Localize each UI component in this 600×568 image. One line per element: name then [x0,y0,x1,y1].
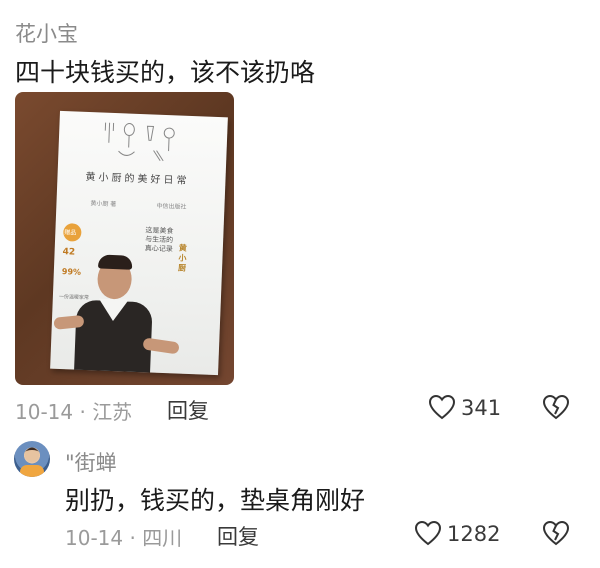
reply-like-count: 1282 [447,522,501,546]
book-title: 黄小厨的美好日常 [85,171,190,187]
comment-photo[interactable]: 黄小厨的美好日常 黄小厨 著 中信出版社 赠品 42 99% 一份温暖家常 这是… [15,92,234,385]
like-count: 341 [461,396,502,420]
comment-text: 四十块钱买的，该不该扔咯 [15,58,316,87]
reply-button-2[interactable]: 回复 [217,521,259,551]
reply-button[interactable]: 回复 [167,395,209,425]
book-stat-1: 42 [62,247,76,258]
avatar[interactable] [14,441,50,477]
book-side-text: 一份温暖家常 [58,293,89,302]
book-author: 黄小厨 著 [90,200,117,209]
broken-heart-icon[interactable] [542,394,570,420]
book-cover: 黄小厨的美好日常 黄小厨 著 中信出版社 赠品 42 99% 一份温暖家常 这是… [50,110,228,376]
book-publisher: 中信出版社 [156,202,187,211]
badge-label: 赠品 [64,229,77,237]
reply-date-location: 10-14 · 四川 [65,526,183,550]
book-gold-text: 黄小厨 [177,243,188,273]
utensil-drawing-icon [104,122,175,162]
reply-text: 别扔，钱买的，垫桌角刚好 [65,486,366,515]
broken-heart-icon[interactable] [542,520,570,546]
heart-outline-icon[interactable] [414,520,442,546]
reply-username[interactable]: "街蝉 [65,447,117,477]
book-stat-2: 99% [61,267,82,277]
comment-date-location: 10-14 · 江苏 [15,400,133,424]
heart-outline-icon[interactable] [428,394,456,420]
chef-hair [97,254,133,270]
comment-username[interactable]: 花小宝 [15,18,78,48]
book-vertical-text: 这是美食与生活的真心记录 [144,226,174,254]
